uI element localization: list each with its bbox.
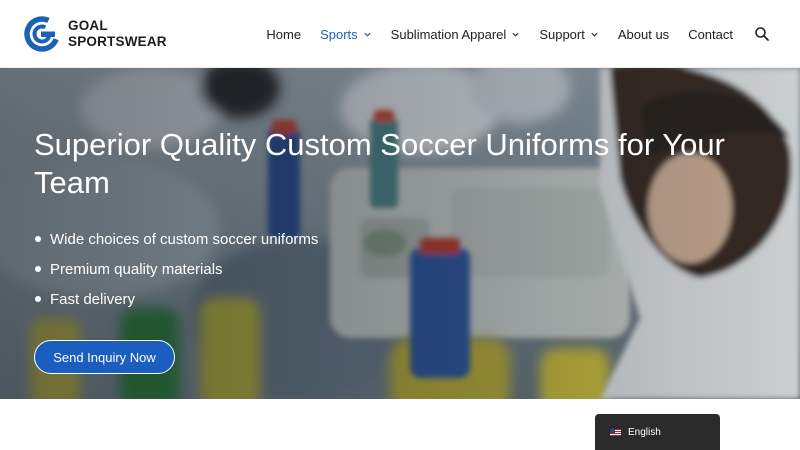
site-header: GOAL SPORTSWEAR Home Sports Sublimation … xyxy=(0,0,800,68)
nav-item-contact[interactable]: Contact xyxy=(688,0,733,68)
hero-feature-list: Wide choices of custom soccer uniforms P… xyxy=(34,224,318,314)
bullet-icon xyxy=(35,296,41,302)
list-item: Wide choices of custom soccer uniforms xyxy=(34,224,318,254)
nav-item-label: Home xyxy=(266,26,302,42)
list-item: Fast delivery xyxy=(34,284,318,314)
hero-title: Superior Quality Custom Soccer Uniforms … xyxy=(34,127,725,200)
nav-item-label: Sports xyxy=(320,26,358,42)
nav-item-label: About us xyxy=(617,26,670,42)
feature-text: Wide choices of custom soccer uniforms xyxy=(50,230,319,248)
nav-item-sublimation-apparel[interactable]: Sublimation Apparel xyxy=(391,0,521,68)
nav-item-label: Support xyxy=(539,26,585,42)
list-item: Premium quality materials xyxy=(34,254,318,284)
brand-line-1: GOAL xyxy=(68,18,108,33)
site-logo[interactable]: GOAL SPORTSWEAR xyxy=(24,16,167,52)
language-label: English xyxy=(628,426,661,438)
brand-name: GOAL SPORTSWEAR xyxy=(68,18,167,50)
language-switcher[interactable]: English xyxy=(595,414,720,450)
nav-item-about-us[interactable]: About us xyxy=(618,0,669,68)
hero-banner: Superior Quality Custom Soccer Uniforms … xyxy=(0,68,800,399)
nav-item-label: Contact xyxy=(688,26,733,42)
chevron-down-icon xyxy=(364,32,371,37)
g-logo-icon xyxy=(24,16,60,52)
nav-item-sports[interactable]: Sports xyxy=(320,0,372,68)
brand-line-2: SPORTSWEAR xyxy=(68,34,167,49)
nav-item-home[interactable]: Home xyxy=(266,0,301,68)
us-flag-icon xyxy=(610,428,621,436)
bullet-icon xyxy=(35,266,41,272)
send-inquiry-button[interactable]: Send Inquiry Now xyxy=(34,340,175,374)
chevron-down-icon xyxy=(591,32,598,37)
nav-item-support[interactable]: Support xyxy=(539,0,599,68)
search-icon[interactable] xyxy=(754,26,770,42)
bullet-icon xyxy=(35,236,41,242)
nav-item-label: Sublimation Apparel xyxy=(390,26,507,42)
feature-text: Premium quality materials xyxy=(50,260,223,278)
main-nav: Home Sports Sublimation Apparel Support … xyxy=(266,0,800,68)
feature-text: Fast delivery xyxy=(50,290,136,308)
chevron-down-icon xyxy=(512,32,519,37)
